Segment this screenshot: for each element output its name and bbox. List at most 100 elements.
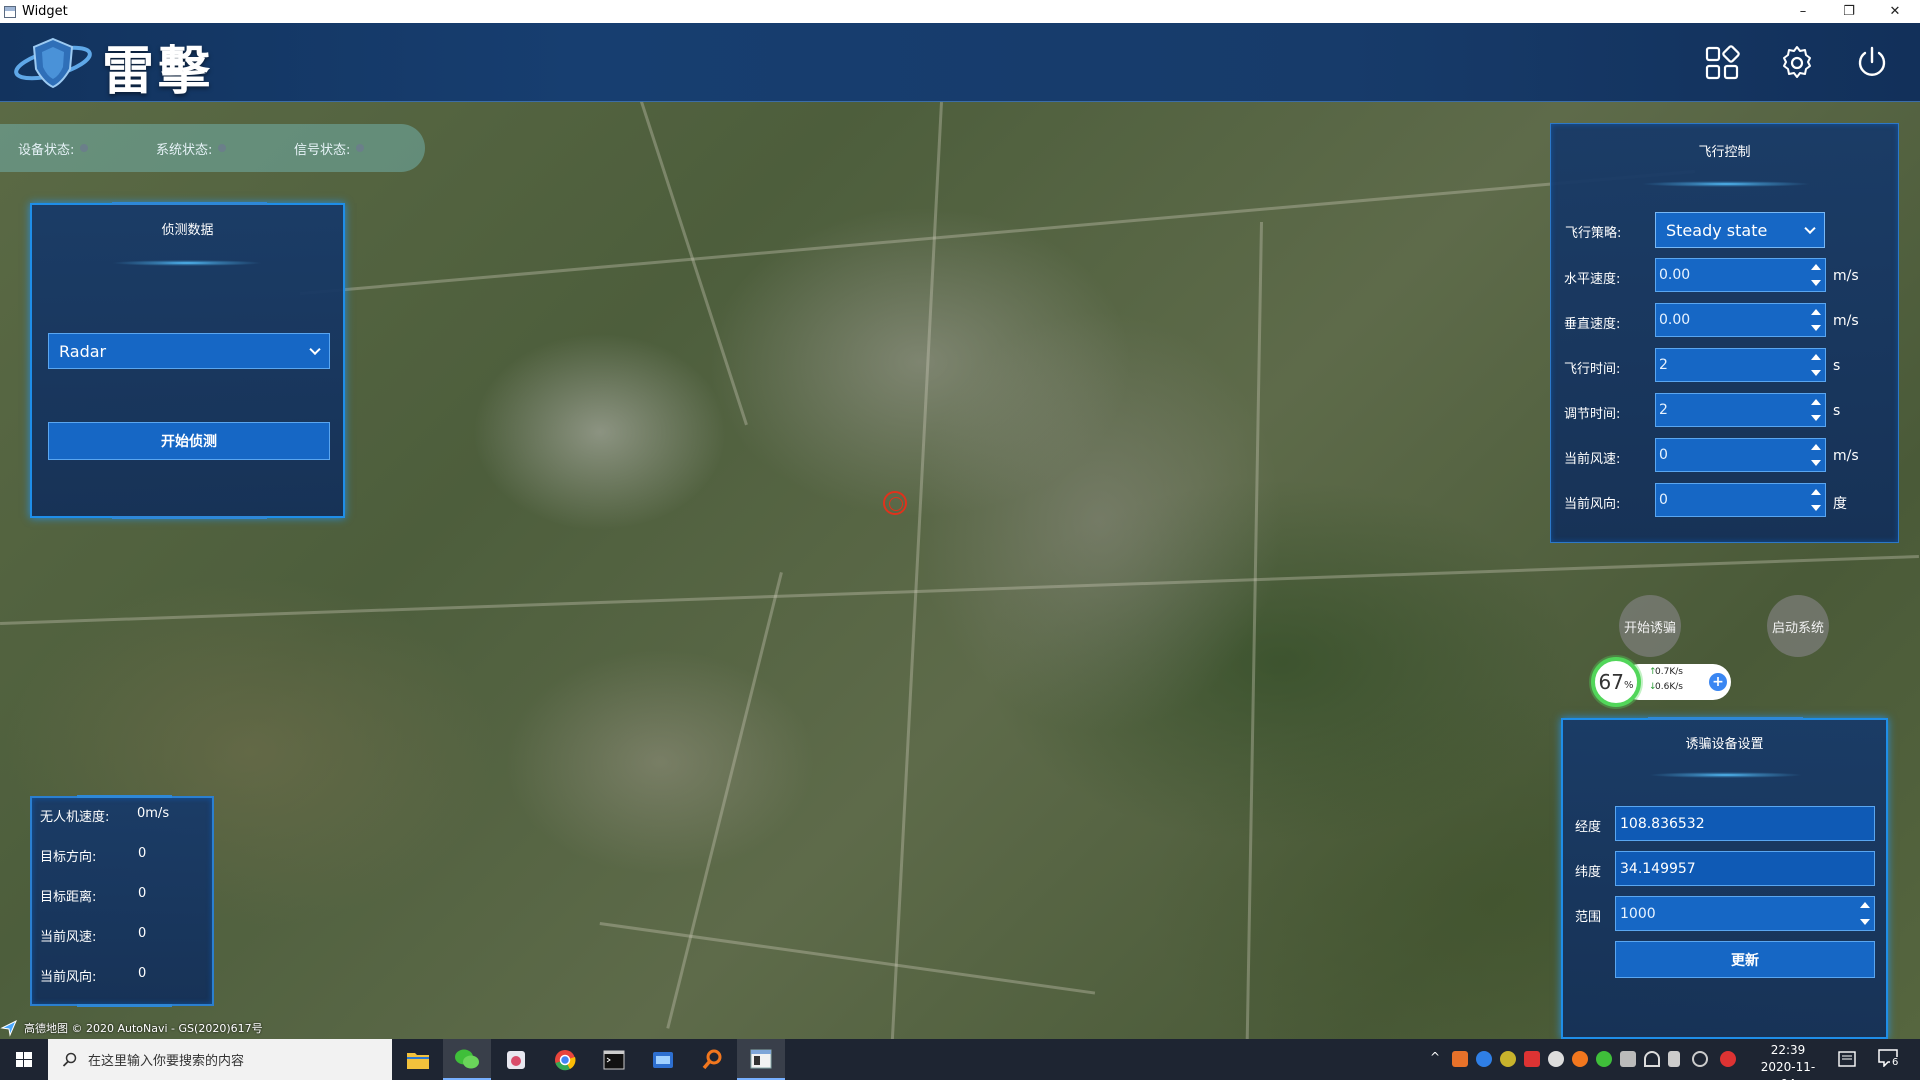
taskbar-search-box[interactable]: 在这里输入你要搜索的内容 — [48, 1039, 392, 1080]
drone-speed-label: 无人机速度: — [40, 810, 110, 825]
horizontal-speed-value: 0.00 — [1659, 267, 1691, 283]
lure-settings-title: 诱骗设备设置 — [1685, 737, 1764, 752]
horizontal-speed-spinbox[interactable]: 0.00 — [1655, 258, 1826, 292]
download-speed: 0.6K/s — [1655, 682, 1683, 692]
longitude-input[interactable]: 108.836532 — [1615, 806, 1875, 841]
wind-speed-label: 当前风速: — [1564, 452, 1621, 467]
minimize-button[interactable]: – — [1780, 0, 1826, 23]
wind-direction-spinbox[interactable]: 0 — [1655, 483, 1826, 517]
gear-icon[interactable] — [1779, 45, 1815, 81]
current-wind-direction-value: 0 — [138, 966, 147, 981]
spin-down-icon[interactable] — [1811, 505, 1821, 511]
range-label: 范围 — [1575, 910, 1602, 925]
spin-up-icon[interactable] — [1811, 354, 1821, 360]
range-row: 范围 1000 — [1563, 896, 1886, 933]
longitude-label: 经度 — [1575, 820, 1602, 835]
spin-up-icon[interactable] — [1811, 444, 1821, 450]
start-detection-button[interactable]: 开始侦测 — [48, 422, 330, 460]
target-stats-panel: 无人机速度: 0m/s 目标方向: 0 目标距离: 0 当前风速: 0 当前风向… — [30, 795, 214, 1007]
battery-icon[interactable] — [1620, 1051, 1636, 1067]
start-system-button[interactable]: 启动系统 — [1767, 595, 1829, 657]
spin-down-icon[interactable] — [1811, 325, 1821, 331]
signal-status-label: 信号状态: — [294, 142, 351, 158]
taskbar-app-7[interactable] — [688, 1039, 736, 1080]
target-distance-value: 0 — [138, 886, 147, 901]
map-target-marker[interactable] — [883, 491, 907, 515]
show-desktop-icon[interactable] — [1838, 1051, 1856, 1067]
volume-icon[interactable] — [1668, 1051, 1680, 1067]
spin-down-icon[interactable] — [1811, 460, 1821, 466]
tray-expand-icon[interactable]: ^ — [1430, 1050, 1446, 1066]
security-icon[interactable] — [1524, 1051, 1540, 1067]
taskbar-wechat[interactable] — [443, 1039, 491, 1080]
tray-app-icon[interactable] — [1500, 1051, 1516, 1067]
taskbar-app-3[interactable] — [492, 1039, 540, 1080]
spin-up-icon[interactable] — [1860, 902, 1870, 909]
system-status: 系统状态: — [156, 139, 276, 158]
range-value: 1000 — [1620, 905, 1656, 922]
vertical-speed-spinbox[interactable]: 0.00 — [1655, 303, 1826, 337]
wind-speed-spinbox[interactable]: 0 — [1655, 438, 1826, 472]
range-spinbox[interactable]: 1000 — [1615, 896, 1875, 931]
target-direction-value: 0 — [138, 846, 147, 861]
detection-panel: 侦测数据 Radar 开始侦测 — [30, 202, 345, 519]
flight-strategy-select[interactable]: Steady state — [1655, 212, 1825, 248]
restore-button[interactable]: ❐ — [1826, 0, 1872, 23]
window-app-icon — [4, 5, 16, 18]
taskbar-chrome[interactable] — [541, 1039, 589, 1080]
wind-speed-row: 当前风速: 0 m/s — [1550, 438, 1899, 474]
horizontal-speed-row: 水平速度: 0.00 m/s — [1550, 258, 1899, 294]
adjust-time-row: 调节时间: 2 s — [1550, 393, 1899, 429]
taskbar-file-explorer[interactable] — [394, 1039, 442, 1080]
spin-down-icon[interactable] — [1811, 280, 1821, 286]
spin-up-icon[interactable] — [1811, 489, 1821, 495]
power-icon[interactable] — [1854, 45, 1890, 81]
taskbar-clock[interactable]: 22:39 2020-11-04 — [1754, 1042, 1822, 1080]
flight-time-spinbox[interactable]: 2 — [1655, 348, 1826, 382]
network-percent-sign: % — [1623, 679, 1634, 691]
tray-app-icon[interactable] — [1548, 1051, 1564, 1067]
taskbar-app-6[interactable] — [639, 1039, 687, 1080]
start-lure-button[interactable]: 开始诱骗 — [1619, 595, 1681, 657]
title-underline — [1648, 772, 1803, 778]
flight-time-value: 2 — [1659, 357, 1668, 373]
taskbar-widget-app[interactable] — [737, 1039, 785, 1080]
tray-app-icon[interactable] — [1692, 1051, 1708, 1067]
current-wind-speed-label: 当前风速: — [40, 930, 97, 945]
system-status-indicator — [218, 144, 227, 152]
vertical-speed-unit: m/s — [1833, 313, 1859, 329]
network-expand-button[interactable]: + — [1709, 673, 1727, 691]
vertical-speed-value: 0.00 — [1659, 312, 1691, 328]
spin-down-icon[interactable] — [1811, 415, 1821, 421]
lure-settings-panel: 诱骗设备设置 经度 108.836532 纬度 34.149957 范围 100… — [1561, 717, 1888, 1039]
update-button[interactable]: 更新 — [1615, 941, 1875, 978]
spin-down-icon[interactable] — [1860, 918, 1870, 925]
spin-up-icon[interactable] — [1811, 399, 1821, 405]
adjust-time-label: 调节时间: — [1564, 407, 1621, 422]
spin-down-icon[interactable] — [1811, 370, 1821, 376]
detection-source-select[interactable]: Radar — [48, 333, 330, 369]
latitude-input[interactable]: 34.149957 — [1615, 851, 1875, 886]
dashboard-grid-icon[interactable] — [1704, 45, 1740, 81]
horizontal-speed-unit: m/s — [1833, 268, 1859, 284]
tray-app-icon[interactable] — [1572, 1051, 1588, 1067]
adjust-time-spinbox[interactable]: 2 — [1655, 393, 1826, 427]
map-credit: 高德地图 © 2020 AutoNavi - GS(2020)617号 — [0, 1018, 263, 1038]
windows-start-icon[interactable] — [0, 1039, 48, 1080]
latitude-row: 纬度 34.149957 — [1563, 851, 1886, 888]
taskbar-terminal[interactable] — [590, 1039, 638, 1080]
notification-center[interactable]: 6 — [1878, 1049, 1901, 1069]
bluetooth-icon[interactable] — [1476, 1051, 1492, 1067]
network-monitor[interactable]: 67% ↑ 0.7K/s ↓ 0.6K/s + — [1591, 657, 1735, 707]
close-button[interactable]: ✕ — [1872, 0, 1918, 23]
wind-speed-unit: m/s — [1833, 448, 1859, 464]
tray-app-icon[interactable] — [1452, 1051, 1468, 1067]
wifi-icon[interactable] — [1644, 1051, 1660, 1067]
device-status: 设备状态: — [18, 139, 138, 158]
panel-cap — [77, 1004, 172, 1007]
spin-up-icon[interactable] — [1811, 264, 1821, 270]
spin-up-icon[interactable] — [1811, 309, 1821, 315]
wechat-tray-icon[interactable] — [1596, 1051, 1612, 1067]
input-method-icon[interactable] — [1720, 1051, 1736, 1067]
terminal-icon — [603, 1050, 625, 1069]
